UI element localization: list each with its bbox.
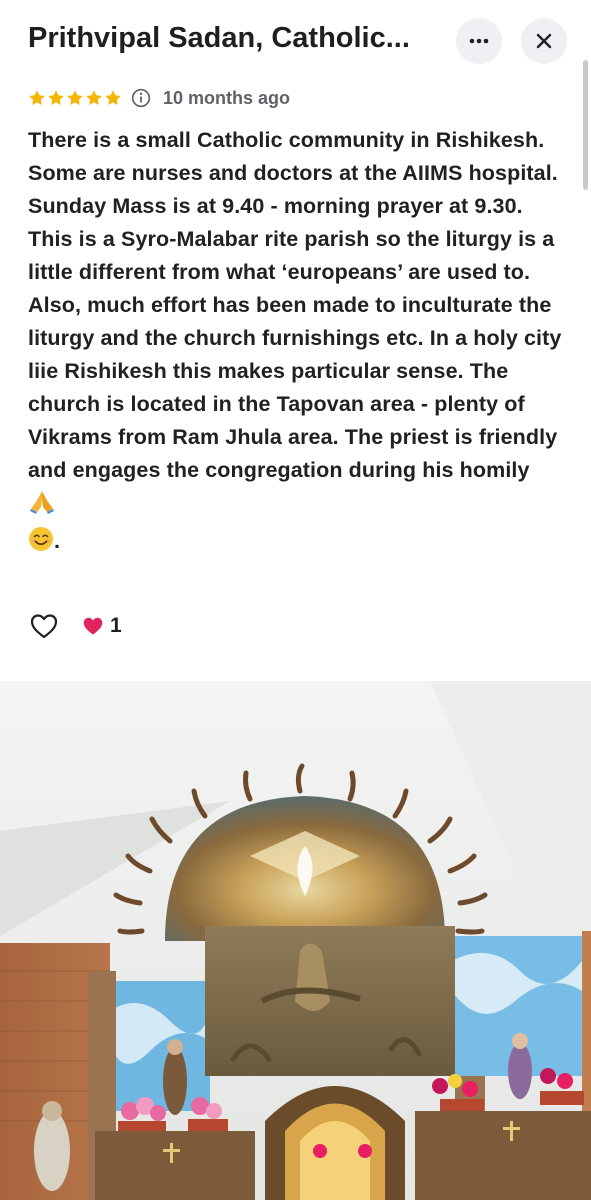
like-button[interactable] <box>28 610 60 642</box>
close-icon <box>536 33 552 49</box>
review-trailing: . <box>54 529 61 553</box>
review-paragraph: There is a small Catholic community in R… <box>28 128 558 218</box>
reaction-count: 1 <box>110 614 122 637</box>
reaction-summary[interactable]: 1 <box>82 614 122 638</box>
star-rating <box>28 89 122 107</box>
review-actions: 1 <box>28 610 122 642</box>
scrollbar[interactable] <box>583 60 588 190</box>
review-paragraph-text: This is a Syro-Malabar rite parish so th… <box>28 227 562 482</box>
star-icon <box>29 90 45 106</box>
more-options-button[interactable] <box>456 18 502 64</box>
review-sheet: Prithvipal Sadan, Catholic... 10 months … <box>0 0 591 1200</box>
star-icon <box>48 90 64 106</box>
review-meta: 10 months ago <box>28 86 290 110</box>
folded-hands-emoji <box>28 487 56 525</box>
red-heart-icon <box>83 617 103 635</box>
place-title: Prithvipal Sadan, Catholic... <box>28 22 410 54</box>
heart-outline-icon <box>30 614 58 639</box>
star-icon <box>86 90 102 106</box>
close-button[interactable] <box>521 18 567 64</box>
review-text: There is a small Catholic community in R… <box>28 124 563 562</box>
star-icon <box>105 90 121 106</box>
info-icon[interactable] <box>131 88 151 108</box>
review-photo[interactable] <box>0 681 591 1200</box>
header: Prithvipal Sadan, Catholic... <box>0 0 591 80</box>
review-time: 10 months ago <box>163 87 291 108</box>
smiling-face-emoji <box>28 526 54 562</box>
more-horizontal-icon <box>469 38 489 44</box>
star-icon <box>67 90 83 106</box>
review-paragraph: This is a Syro-Malabar rite parish so th… <box>28 223 563 562</box>
church-altar-photo <box>0 681 591 1200</box>
